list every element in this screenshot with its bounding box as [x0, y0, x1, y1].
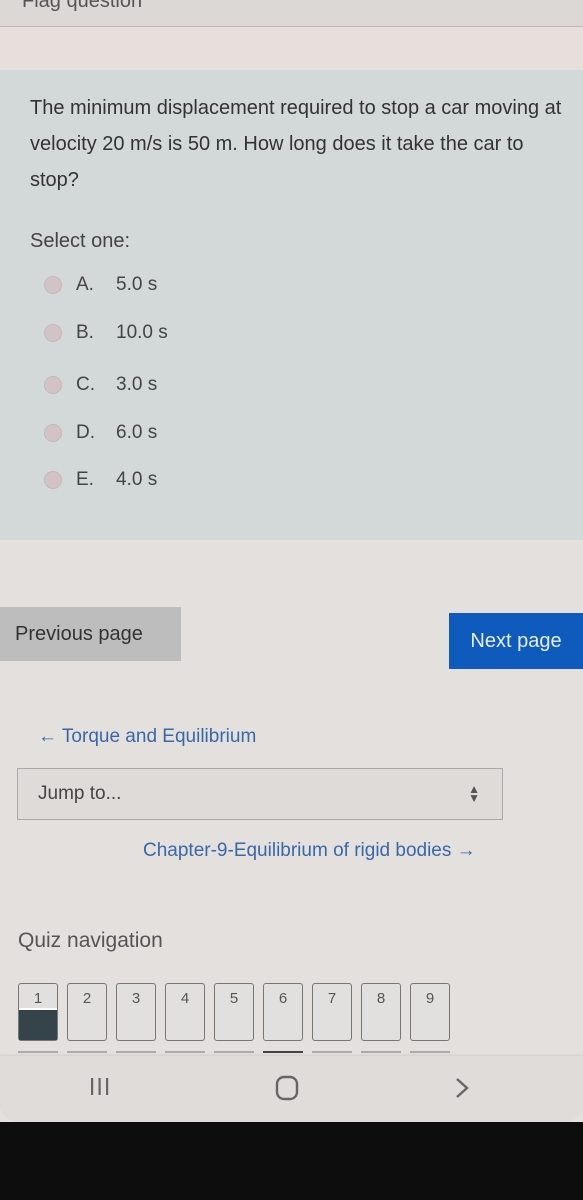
option-c[interactable]: C. 3.0 s: [44, 370, 157, 400]
option-value: 6.0 s: [116, 422, 158, 443]
option-b[interactable]: B. 10.0 s: [44, 318, 168, 348]
question-number: 3: [131, 990, 141, 1007]
radio-icon[interactable]: [44, 376, 62, 394]
radio-icon[interactable]: [44, 324, 62, 342]
option-value: 5.0 s: [116, 274, 158, 295]
quiz-nav-question-5[interactable]: 5: [214, 983, 254, 1041]
option-d[interactable]: D. 6.0 s: [44, 418, 157, 448]
option-letter: A.: [76, 274, 94, 295]
quiz-nav-question-7[interactable]: 7: [312, 983, 352, 1041]
question-info-bar: Flag question: [0, 0, 583, 27]
recents-icon[interactable]: [88, 1075, 112, 1099]
jump-to-select[interactable]: Jump to... ▲ ▼: [17, 768, 503, 820]
question-number: 2: [82, 990, 92, 1007]
answered-indicator: [19, 1008, 57, 1040]
question-number: 1: [33, 990, 43, 1007]
next-page-button[interactable]: Next page: [449, 613, 583, 669]
option-letter: C.: [76, 374, 95, 395]
option-value: 10.0 s: [116, 322, 168, 343]
option-value: 4.0 s: [116, 469, 158, 490]
question-number: 4: [180, 990, 190, 1007]
radio-icon[interactable]: [44, 471, 62, 489]
back-icon[interactable]: [453, 1076, 471, 1100]
option-letter: E.: [76, 469, 94, 490]
android-navigation-bar: [0, 1056, 583, 1122]
quiz-navigation-grid: 1 2 3 4 5 6 7 8 9: [18, 983, 459, 1041]
previous-activity-link[interactable]: ← Torque and Equilibrium: [38, 726, 256, 748]
home-icon[interactable]: [274, 1074, 300, 1102]
quiz-nav-question-4[interactable]: 4: [165, 983, 205, 1041]
option-e[interactable]: E. 4.0 s: [44, 465, 157, 495]
option-a[interactable]: A. 5.0 s: [44, 270, 157, 300]
question-number: 9: [425, 990, 435, 1007]
spacer: [0, 27, 583, 70]
flag-question-link[interactable]: Flag question: [22, 0, 142, 13]
quiz-nav-question-9[interactable]: 9: [410, 983, 450, 1041]
quiz-nav-question-8[interactable]: 8: [361, 983, 401, 1041]
question-number: 6: [278, 990, 288, 1007]
quiz-navigation-title: Quiz navigation: [18, 929, 163, 952]
question-text: The minimum displacement required to sto…: [30, 97, 562, 191]
quiz-nav-question-2[interactable]: 2: [67, 983, 107, 1041]
jump-to-value: Jump to...: [38, 783, 122, 804]
option-value: 3.0 s: [116, 374, 158, 395]
quiz-nav-question-3[interactable]: 3: [116, 983, 156, 1041]
radio-icon[interactable]: [44, 424, 62, 442]
previous-page-button[interactable]: Previous page: [0, 607, 181, 661]
select-one-label: Select one:: [30, 230, 131, 252]
option-letter: B.: [76, 322, 94, 343]
quiz-nav-question-1[interactable]: 1: [18, 983, 58, 1041]
device-bezel: [0, 1122, 583, 1200]
next-activity-link[interactable]: Chapter-9-Equilibrium of rigid bodies →: [143, 840, 476, 862]
option-letter: D.: [76, 422, 95, 443]
quiz-nav-question-6[interactable]: 6: [263, 983, 303, 1041]
question-number: 5: [229, 990, 239, 1007]
question-number: 8: [376, 990, 386, 1007]
select-arrows-icon: ▲ ▼: [468, 782, 480, 805]
radio-icon[interactable]: [44, 276, 62, 294]
question-number: 7: [327, 990, 337, 1007]
